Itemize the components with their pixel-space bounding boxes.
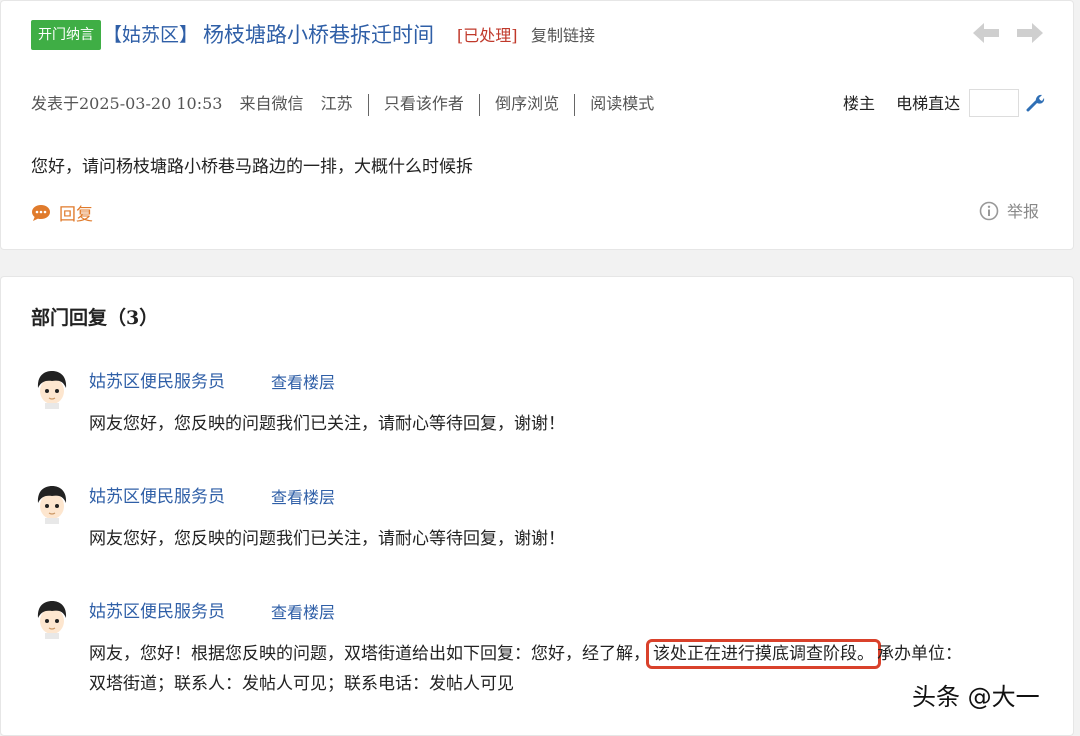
view-floor-link[interactable]: 查看楼层 <box>271 485 335 511</box>
post-content: 您好，请问杨枝塘路小桥巷马路边的一排，大概什么时候拆 <box>31 157 473 177</box>
info-icon <box>979 201 999 221</box>
only-author-link[interactable]: 只看该作者 <box>384 91 464 117</box>
report-button[interactable]: 举报 <box>979 199 1039 225</box>
floor-jump-input[interactable] <box>969 89 1019 117</box>
copy-link-button[interactable]: 复制链接 <box>531 22 595 50</box>
post-meta: 发表于2025-03-20 10:53 来自微信 江苏 只看该作者 倒序浏览 阅… <box>31 91 654 117</box>
post-location: 江苏 <box>320 94 353 113</box>
reply-username[interactable]: 姑苏区便民服务员 <box>89 599 225 625</box>
post-time: 发表于2025-03-20 10:53 <box>31 94 223 113</box>
reply-button[interactable]: 回复 <box>31 202 93 228</box>
arrow-right-icon[interactable] <box>1017 23 1043 43</box>
view-floor-link[interactable]: 查看楼层 <box>271 370 335 396</box>
report-label: 举报 <box>1007 202 1040 221</box>
elevator-label: 电梯直达 <box>896 94 961 113</box>
reply-username[interactable]: 姑苏区便民服务员 <box>89 484 225 510</box>
reply-item: 姑苏区便民服务员 查看楼层 网友您好，您反映的问题我们已关注，请耐心等待回复，谢… <box>31 484 1061 564</box>
divider <box>574 93 576 116</box>
highlighted-text: 该处正在进行摸底调查阶段。 <box>646 639 881 669</box>
watermark: 头条 @大一 <box>912 683 1040 711</box>
reply-text: 网友，您好！根据您反映的问题，双塔街道给出如下回复：您好，经了解， 该处正在进行摸… <box>89 639 1049 699</box>
section-title: 部门回复（3） <box>31 307 159 329</box>
divider <box>478 93 480 116</box>
comment-icon <box>32 205 50 221</box>
district-label[interactable]: 【姑苏区】 <box>103 20 198 50</box>
reply-text-after: 承办单位： <box>877 644 962 664</box>
reply-text: 网友您好，您反映的问题我们已关注，请耐心等待回复，谢谢！ <box>89 414 565 434</box>
avatar-icon[interactable] <box>33 599 71 639</box>
replies-card: 部门回复（3） 姑苏区便民服务员 查看楼层 网友您好，您反映的问题我们已关注，请… <box>0 276 1074 736</box>
avatar-icon[interactable] <box>33 484 71 524</box>
status-badge: [已处理] <box>457 26 518 45</box>
post-card: 开门纳言 【姑苏区】 杨枝塘路小桥巷拆迁时间 [已处理] 复制链接 发表于202… <box>0 0 1074 250</box>
reply-text: 网友您好，您反映的问题我们已关注，请耐心等待回复，谢谢！ <box>89 529 565 549</box>
channel-badge[interactable]: 开门纳言 <box>31 20 101 50</box>
reply-username[interactable]: 姑苏区便民服务员 <box>89 369 225 395</box>
floor-tools: 楼主 电梯直达 <box>843 91 960 117</box>
post-source: 来自微信 <box>239 94 304 113</box>
reverse-order-link[interactable]: 倒序浏览 <box>495 91 559 117</box>
reply-label: 回复 <box>59 205 93 225</box>
view-floor-link[interactable]: 查看楼层 <box>271 600 335 626</box>
wrench-icon[interactable] <box>1025 92 1045 112</box>
arrow-left-icon[interactable] <box>973 23 999 43</box>
post-title: 杨枝塘路小桥巷拆迁时间 <box>203 23 434 47</box>
owner-label[interactable]: 楼主 <box>843 94 875 113</box>
reply-item: 姑苏区便民服务员 查看楼层 网友您好，您反映的问题我们已关注，请耐心等待回复，谢… <box>31 369 1061 449</box>
reply-text-line2: 双塔街道；联系人：发帖人可见；联系电话：发帖人可见 <box>89 674 514 694</box>
reply-item: 姑苏区便民服务员 查看楼层 网友，您好！根据您反映的问题，双塔街道给出如下回复：… <box>31 599 1061 719</box>
read-mode-link[interactable]: 阅读模式 <box>590 91 654 117</box>
avatar-icon[interactable] <box>33 369 71 409</box>
divider <box>367 93 369 116</box>
reply-text-before: 网友，您好！根据您反映的问题，双塔街道给出如下回复：您好，经了解， <box>89 644 650 664</box>
